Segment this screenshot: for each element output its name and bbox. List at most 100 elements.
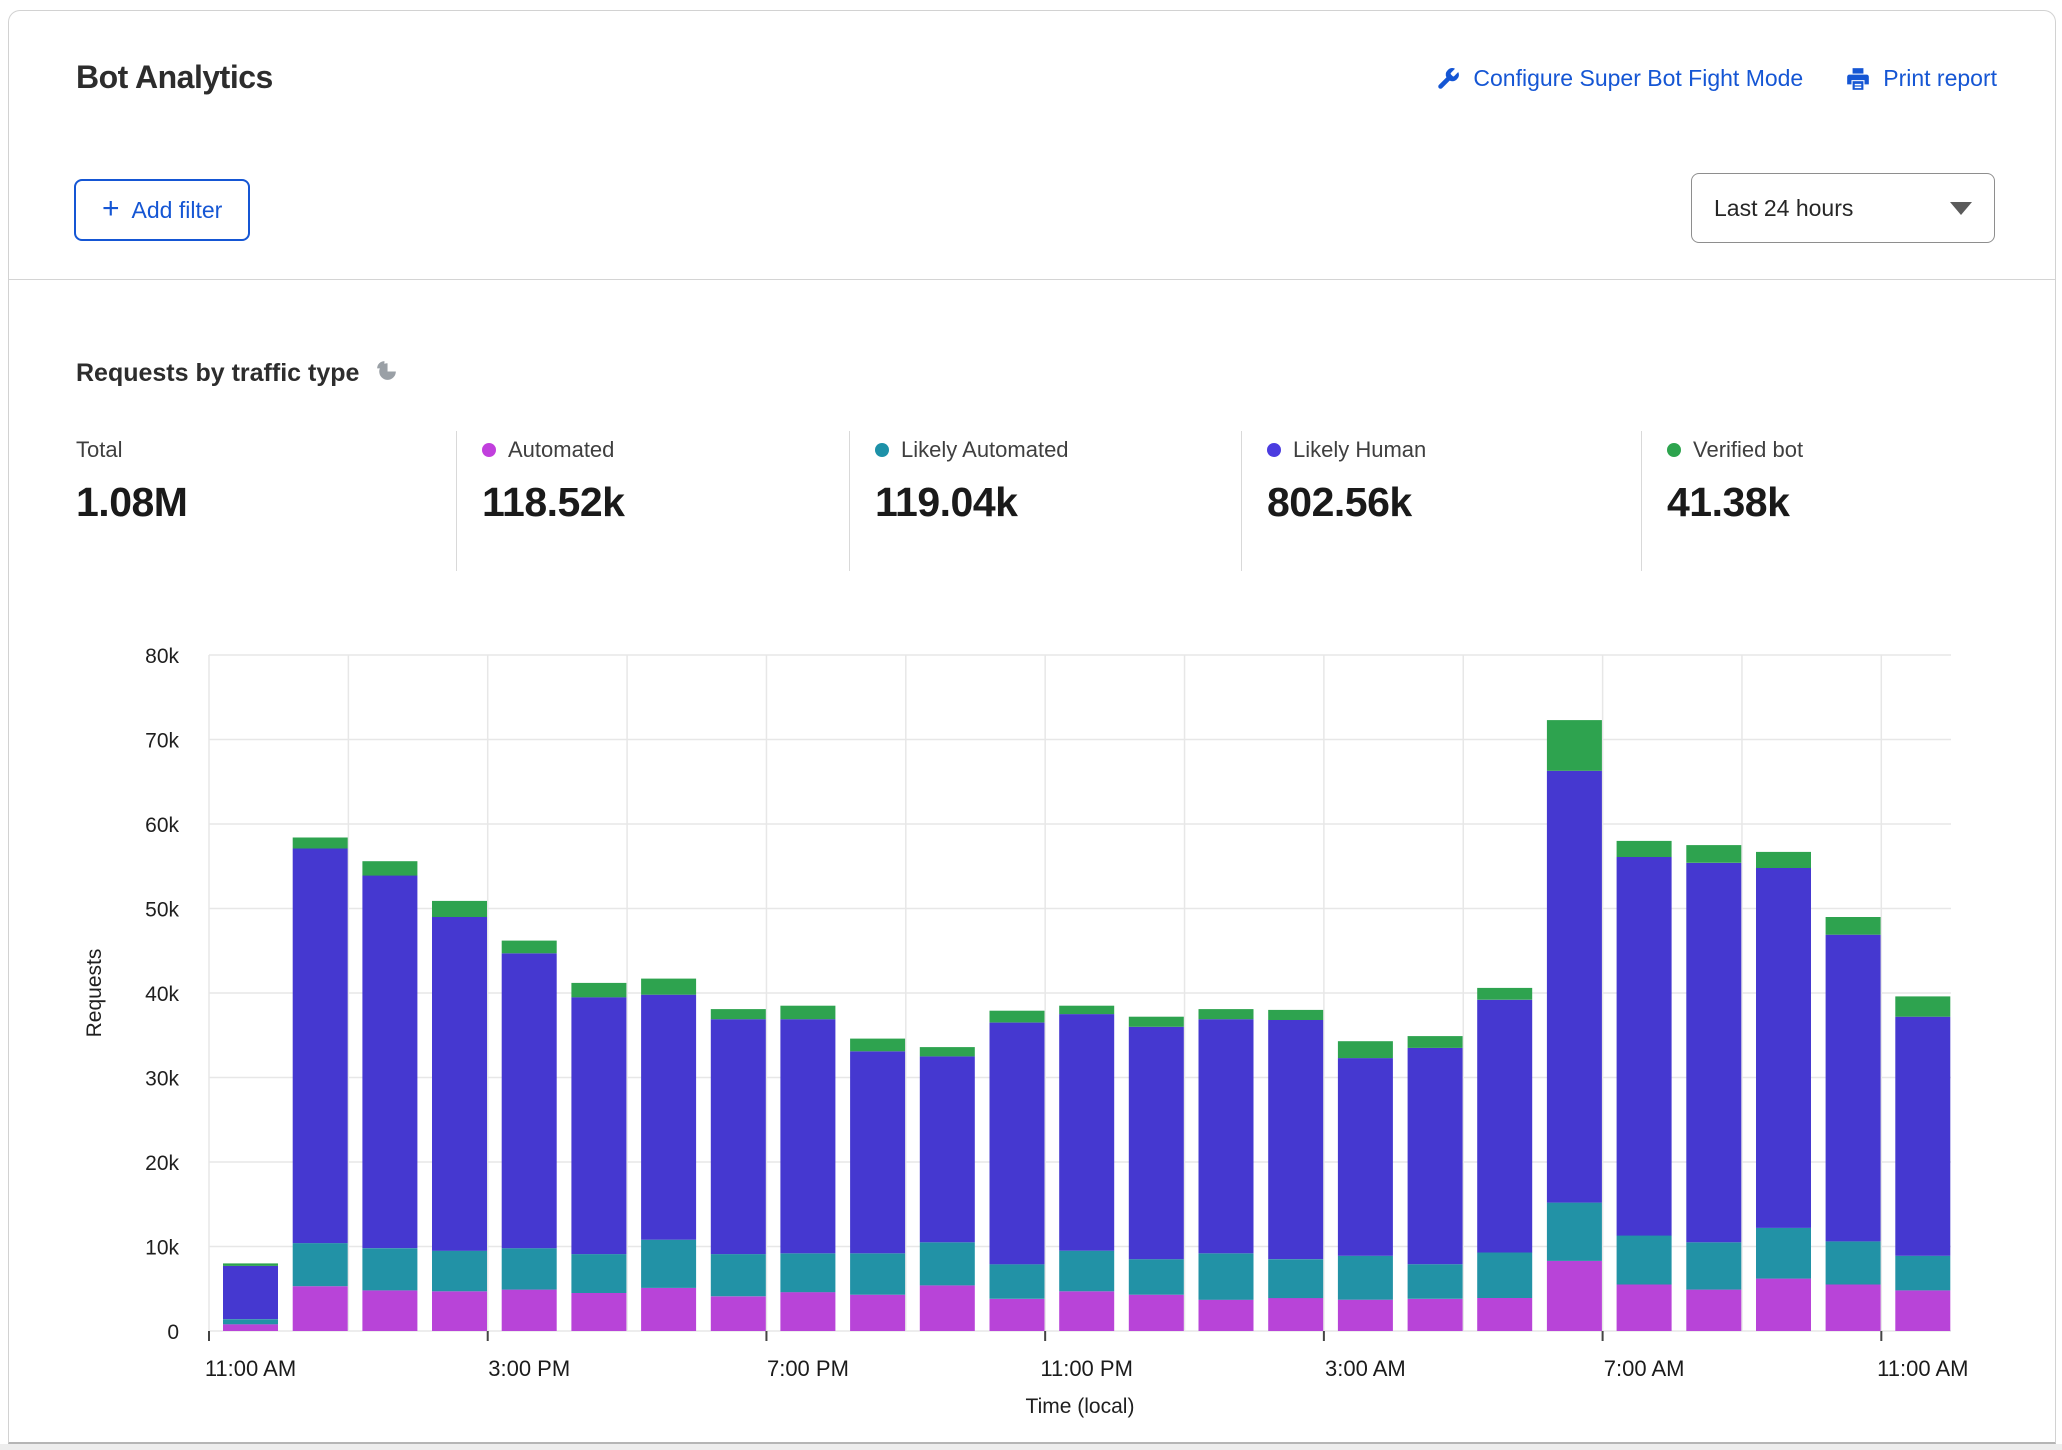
add-filter-button[interactable]: + Add filter [74,179,251,241]
bar-segment[interactable]: 12:00 PM · Verified bot: 1,300 [292,837,348,849]
bar-segment[interactable]: 11:00 PM · Automated: 4,700 [1059,1291,1115,1331]
bar-segment[interactable]: 2:00 PM · Verified bot: 1,900 [432,900,487,917]
bar-segment[interactable]: 9:00 PM · Likely Automated: 5,100 [919,1242,975,1286]
bar-segment[interactable]: 4:00 PM · Likely Human: 30,400 [571,997,627,1255]
bar-segment[interactable]: 11:00 AM · Verified bot: 300 [223,1263,278,1266]
bar-segment[interactable]: 10:00 AM · Automated: 5,500 [1825,1284,1881,1332]
bar-segment[interactable]: 1:00 PM · Automated: 4,800 [362,1290,418,1331]
bar-segment[interactable]: 8:00 AM · Likely Automated: 5,600 [1686,1242,1742,1290]
bar-segment[interactable]: 6:00 AM · Likely Human: 51,100 [1546,770,1602,1203]
bar-segment[interactable]: 11:00 PM · Verified bot: 1,000 [1059,1005,1115,1015]
bar-segment[interactable]: 3:00 PM · Automated: 4,900 [501,1289,557,1331]
bar-segment[interactable]: 1:00 PM · Likely Automated: 5,000 [362,1248,418,1291]
bar-segment[interactable]: 12:00 AM · Automated: 4,300 [1128,1294,1184,1331]
bar-segment[interactable]: 7:00 AM · Verified bot: 1,900 [1616,840,1672,857]
bar-segment[interactable]: 11:00 PM · Likely Automated: 4,800 [1059,1250,1115,1292]
bar-segment[interactable]: 3:00 AM · Automated: 3,700 [1337,1299,1393,1331]
bar-segment[interactable]: 7:00 PM · Automated: 4,600 [780,1292,836,1331]
bar-segment[interactable]: 6:00 AM · Likely Automated: 6,900 [1546,1202,1602,1261]
print-report-link[interactable]: Print report [1845,65,1997,92]
bar-segment[interactable]: 10:00 PM · Verified bot: 1,400 [989,1010,1045,1023]
bar-segment[interactable]: 4:00 AM · Likely Automated: 4,100 [1407,1264,1463,1299]
bar-segment[interactable]: 2:00 PM · Likely Human: 39,500 [432,917,487,1251]
bar-segment[interactable]: 12:00 AM · Likely Human: 27,500 [1128,1026,1184,1260]
bar-segment[interactable]: 8:00 PM · Automated: 4,300 [850,1294,906,1331]
bar-segment[interactable]: 11:00 PM · Likely Human: 28,000 [1059,1014,1115,1251]
bar-segment[interactable]: 1:00 AM · Likely Automated: 5,500 [1198,1253,1254,1300]
bar-segment[interactable]: 6:00 PM · Automated: 4,100 [710,1296,766,1331]
bar-segment[interactable]: 11:00 AM · Automated: 800 [223,1324,278,1331]
bar-segment[interactable]: 11:00 AM · Likely Human: 6,300 [223,1265,278,1320]
bar-segment[interactable]: 5:00 PM · Likely Automated: 5,700 [641,1239,697,1288]
bar-segment[interactable]: 6:00 PM · Likely Automated: 5,000 [710,1254,766,1297]
bar-segment[interactable]: 4:00 PM · Likely Automated: 4,600 [571,1254,627,1293]
bar-segment[interactable]: 6:00 AM · Verified bot: 6,000 [1546,720,1602,771]
bar-segment[interactable]: 3:00 PM · Likely Automated: 4,900 [501,1248,557,1290]
bar-segment[interactable]: 3:00 PM · Likely Human: 34,900 [501,953,557,1249]
bar-segment[interactable]: 1:00 PM · Likely Human: 44,100 [362,875,418,1249]
bar-segment[interactable]: 5:00 PM · Likely Human: 29,000 [641,994,697,1240]
bar-segment[interactable]: 9:00 AM · Automated: 6,200 [1756,1278,1811,1331]
bar-segment[interactable]: 3:00 AM · Likely Automated: 5,200 [1337,1255,1393,1300]
bar-segment[interactable]: 1:00 AM · Likely Human: 27,700 [1198,1019,1254,1254]
bar-segment[interactable]: 5:00 AM · Verified bot: 1,400 [1477,987,1533,1000]
bar-segment[interactable]: 8:00 PM · Verified bot: 1,500 [850,1038,906,1052]
bar-segment[interactable]: 5:00 AM · Likely Automated: 5,400 [1477,1252,1533,1298]
bar-segment[interactable]: 9:00 AM · Likely Human: 42,600 [1756,867,1811,1228]
bar-segment[interactable]: 8:00 AM · Verified bot: 2,100 [1686,845,1742,863]
bar-segment[interactable]: 12:00 AM · Verified bot: 1,200 [1128,1016,1184,1027]
bar-segment[interactable]: 9:00 AM · Verified bot: 1,900 [1756,851,1811,868]
bar-segment[interactable]: 12:00 PM · Automated: 5,300 [292,1286,348,1331]
bar-segment[interactable]: 4:00 AM · Verified bot: 1,400 [1407,1036,1463,1048]
bar-segment[interactable]: 4:00 AM · Likely Human: 25,600 [1407,1047,1463,1265]
bar-segment[interactable]: 4:00 AM · Automated: 3,800 [1407,1298,1463,1331]
bar-segment[interactable]: 12:00 PM · Likely Human: 46,700 [292,848,348,1244]
bar-segment[interactable]: 7:00 PM · Likely Automated: 4,600 [780,1253,836,1293]
bar-segment[interactable]: 10:00 AM · Likely Automated: 5,100 [1825,1241,1881,1285]
bar-segment[interactable]: 7:00 PM · Verified bot: 1,600 [780,1005,836,1020]
bar-segment[interactable]: 10:00 PM · Likely Human: 28,600 [989,1022,1045,1265]
bar-segment[interactable]: 8:00 PM · Likely Automated: 4,900 [850,1253,906,1295]
bar-segment[interactable]: 9:00 AM · Likely Automated: 6,000 [1756,1227,1811,1279]
bar-segment[interactable]: 5:00 PM · Verified bot: 1,900 [641,978,697,995]
bar-segment[interactable]: 11:00 AM · Automated: 4,800 [1895,1290,1951,1331]
bar-segment[interactable]: 3:00 AM · Likely Human: 23,400 [1337,1058,1393,1256]
bar-segment[interactable]: 10:00 AM · Likely Human: 36,300 [1825,934,1881,1242]
bar-segment[interactable]: 2:00 AM · Automated: 3,900 [1268,1298,1324,1331]
bar-segment[interactable]: 5:00 AM · Automated: 3,900 [1477,1298,1533,1331]
bar-segment[interactable]: 9:00 PM · Automated: 5,400 [919,1285,975,1331]
bar-segment[interactable]: 6:00 PM · Likely Human: 27,800 [710,1019,766,1255]
bar-segment[interactable]: 9:00 PM · Verified bot: 1,100 [919,1047,975,1057]
bar-segment[interactable]: 4:00 PM · Verified bot: 1,700 [571,982,627,998]
bar-segment[interactable]: 9:00 PM · Likely Human: 22,000 [919,1056,975,1243]
bar-segment[interactable]: 6:00 AM · Automated: 8,300 [1546,1260,1602,1331]
bar-segment[interactable]: 11:00 AM · Likely Human: 28,300 [1895,1016,1951,1256]
bar-segment[interactable]: 11:00 AM · Verified bot: 2,400 [1895,996,1951,1017]
bar-segment[interactable]: 5:00 PM · Automated: 5,100 [641,1287,697,1331]
bar-segment[interactable]: 12:00 AM · Likely Automated: 4,200 [1128,1259,1184,1295]
bar-segment[interactable]: 1:00 AM · Automated: 3,700 [1198,1299,1254,1331]
bar-segment[interactable]: 7:00 AM · Automated: 5,500 [1616,1284,1672,1332]
time-range-select[interactable]: Last 24 hours [1691,173,1995,243]
bar-segment[interactable]: 7:00 AM · Likely Automated: 5,800 [1616,1235,1672,1285]
bar-segment[interactable]: 2:00 AM · Verified bot: 1,200 [1268,1009,1324,1020]
bar-segment[interactable]: 2:00 AM · Likely Human: 28,300 [1268,1020,1324,1260]
bar-segment[interactable]: 8:00 AM · Automated: 4,900 [1686,1289,1742,1331]
bar-segment[interactable]: 6:00 PM · Verified bot: 1,200 [710,1009,766,1020]
bar-segment[interactable]: 8:00 PM · Likely Human: 23,900 [850,1051,906,1254]
bar-segment[interactable]: 4:00 PM · Automated: 4,500 [571,1293,627,1331]
bar-segment[interactable]: 11:00 AM · Likely Automated: 600 [223,1319,278,1325]
bar-segment[interactable]: 10:00 PM · Automated: 3,800 [989,1298,1045,1331]
bar-segment[interactable]: 10:00 PM · Likely Automated: 4,100 [989,1264,1045,1299]
bar-segment[interactable]: 8:00 AM · Likely Human: 44,900 [1686,862,1742,1243]
bar-segment[interactable]: 12:00 PM · Likely Automated: 5,100 [292,1243,348,1287]
bar-segment[interactable]: 2:00 PM · Likely Automated: 4,800 [432,1250,487,1292]
bar-segment[interactable]: 10:00 AM · Verified bot: 2,100 [1825,917,1881,935]
bar-segment[interactable]: 5:00 AM · Likely Human: 29,900 [1477,999,1533,1253]
bar-segment[interactable]: 3:00 PM · Verified bot: 1,500 [501,940,557,954]
configure-super-bot-fight-mode-link[interactable]: Configure Super Bot Fight Mode [1435,65,1803,92]
bar-segment[interactable]: 2:00 PM · Automated: 4,700 [432,1291,487,1331]
bar-segment[interactable]: 7:00 AM · Likely Human: 44,800 [1616,857,1672,1236]
bar-segment[interactable]: 1:00 AM · Verified bot: 1,200 [1198,1009,1254,1020]
bar-segment[interactable]: 1:00 PM · Verified bot: 1,700 [362,861,418,876]
